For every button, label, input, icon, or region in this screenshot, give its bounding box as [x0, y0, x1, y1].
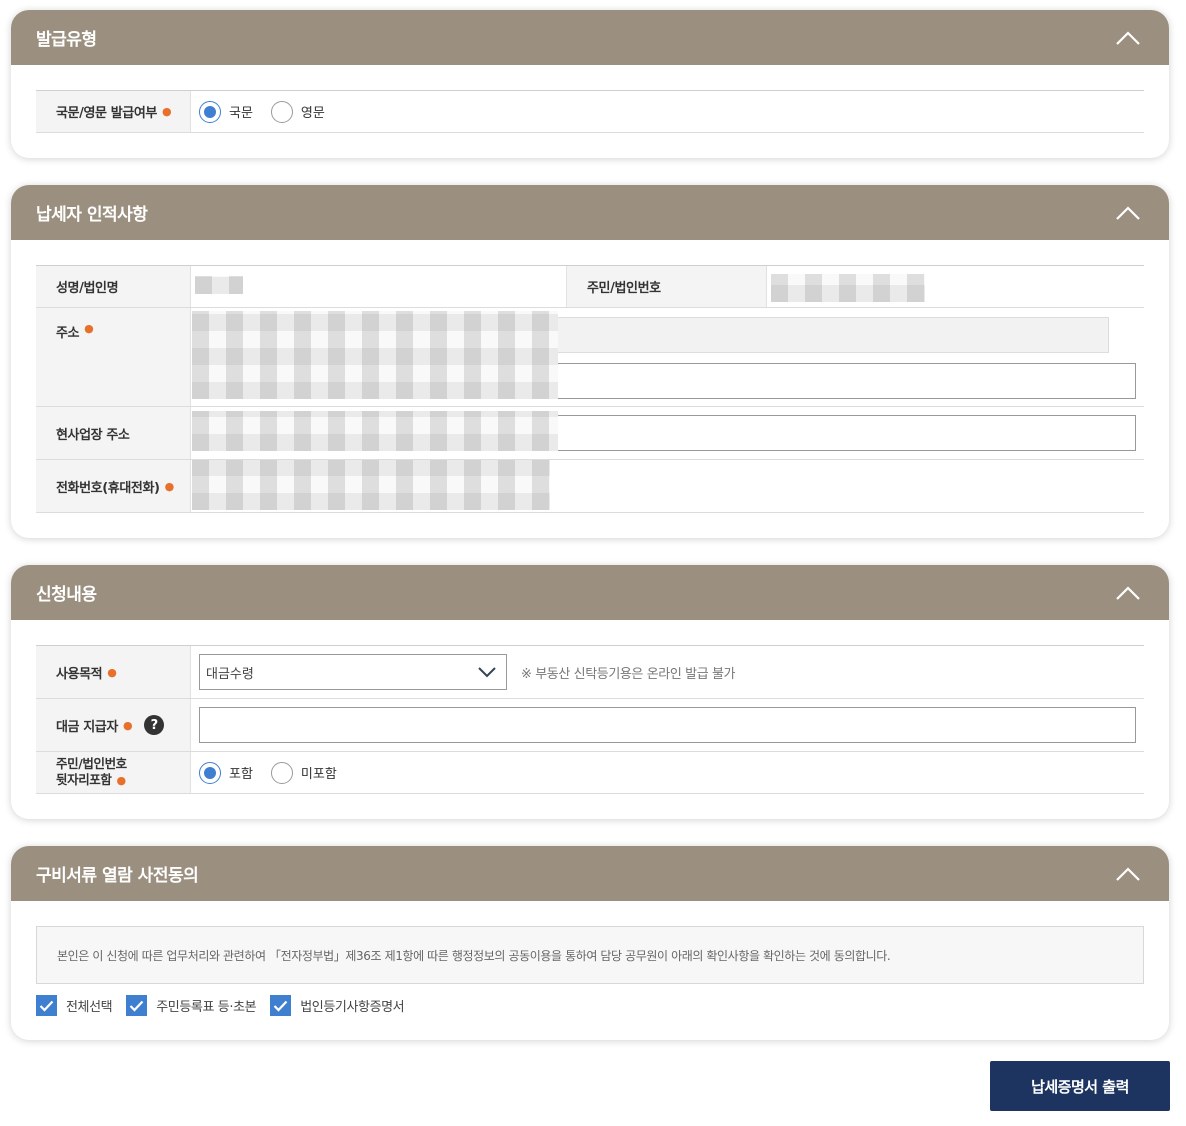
- chevron-up-icon: [1116, 30, 1140, 45]
- required-mark: ●: [122, 718, 133, 732]
- name-value: [191, 266, 567, 307]
- radio-english-indicator[interactable]: [270, 100, 293, 123]
- purpose-value: 대금수령 ※ 부동산 신탁등기용은 온라인 발급 불가: [191, 646, 1144, 698]
- business-address-row: 현사업장 주소: [36, 407, 1144, 460]
- application-collapse-button[interactable]: [1113, 578, 1143, 608]
- radio-english[interactable]: 영문: [270, 100, 325, 123]
- required-mark: ●: [84, 322, 94, 335]
- consent-text-box: 본인은 이 신청에 따른 업무처리와 관련하여 「전자정부법」제36조 제1항에…: [36, 926, 1144, 984]
- issue-type-value: 국문 영문: [191, 91, 1144, 132]
- required-mark: ●: [161, 105, 172, 118]
- application-table: 사용목적 ● 대금수령 ※ 부동산 신탁등기용은 온라인 발급 불가 대금 지급자…: [36, 645, 1144, 794]
- consent-checkboxes: 전체선택 주민등록표 등·초본 법인등기사항증명서: [36, 995, 418, 1016]
- chevron-up-icon: [1116, 866, 1140, 881]
- phone-value: [191, 460, 1144, 512]
- name-row: 성명/법인명 주민/법인번호: [36, 266, 1144, 308]
- required-mark: ●: [164, 479, 175, 493]
- payer-input[interactable]: [199, 707, 1136, 743]
- checkbox-select-all[interactable]: 전체선택: [36, 995, 113, 1016]
- application-header: 신청내용: [11, 565, 1169, 620]
- checkbox-corporate-registry[interactable]: 법인등기사항증명서: [270, 995, 405, 1016]
- required-mark: ●: [116, 774, 127, 787]
- issue-type-radio-group: 국문 영문: [199, 100, 343, 123]
- suffix-radio-group: 포함 미포함: [199, 761, 355, 784]
- chevron-up-icon: [1116, 205, 1140, 220]
- purpose-note: ※ 부동산 신탁등기용은 온라인 발급 불가: [521, 666, 736, 682]
- redacted-name: [195, 276, 243, 294]
- consent-text: 본인은 이 신청에 따른 업무처리와 관련하여 「전자정부법」제36조 제1항에…: [57, 948, 891, 963]
- chevron-down-icon: [478, 667, 496, 678]
- chevron-up-icon: [1116, 585, 1140, 600]
- required-mark: ●: [107, 665, 117, 679]
- radio-korean[interactable]: 국문: [199, 100, 253, 123]
- issue-type-section: 발급유형 국문/영문 발급여부 ● 국문 영문: [11, 10, 1169, 158]
- payer-row: 대금 지급자 ●?: [36, 699, 1144, 752]
- radio-korean-indicator[interactable]: [199, 100, 221, 123]
- business-address-value: [191, 407, 1144, 459]
- taxpayer-section: 납세자 인적사항 성명/법인명 주민/법인번호 주소 ● 현사업장 주소 전화번…: [11, 185, 1169, 538]
- checkbox-select-all-box[interactable]: [36, 995, 57, 1016]
- consent-header: 구비서류 열람 사전동의: [11, 846, 1169, 901]
- radio-exclude-indicator[interactable]: [270, 761, 293, 784]
- id-value: [767, 266, 1144, 307]
- redacted-address: [192, 311, 558, 399]
- phone-row: 전화번호(휴대전화) ●: [36, 460, 1144, 513]
- help-icon[interactable]: ?: [144, 715, 165, 735]
- redacted-id: [771, 274, 925, 302]
- application-title: 신청내용: [36, 585, 97, 605]
- consent-title: 구비서류 열람 사전동의: [36, 866, 199, 886]
- radio-include[interactable]: 포함: [199, 761, 253, 784]
- purpose-select[interactable]: 대금수령: [199, 654, 507, 690]
- redacted-phone: [192, 460, 550, 510]
- name-label: 성명/법인명: [36, 266, 191, 307]
- check-icon: [129, 1000, 144, 1012]
- checkbox-corporate-registry-box[interactable]: [270, 995, 292, 1016]
- suffix-value: 포함 미포함: [191, 752, 1144, 793]
- suffix-label-line2: 뒷자리포함 ●: [56, 772, 127, 787]
- address-label: 주소 ●: [36, 308, 191, 406]
- check-icon: [273, 1000, 288, 1012]
- taxpayer-title: 납세자 인적사항: [36, 205, 148, 225]
- issue-type-label: 국문/영문 발급여부 ●: [36, 91, 191, 132]
- issue-type-table: 국문/영문 발급여부 ● 국문 영문: [36, 90, 1144, 133]
- checkbox-resident-registration-box[interactable]: [126, 995, 148, 1016]
- radio-include-indicator[interactable]: [199, 761, 221, 784]
- taxpayer-header: 납세자 인적사항: [11, 185, 1169, 240]
- consent-collapse-button[interactable]: [1113, 859, 1143, 889]
- phone-label: 전화번호(휴대전화) ●: [36, 460, 191, 512]
- radio-exclude[interactable]: 미포함: [270, 761, 337, 784]
- issue-type-header: 발급유형: [11, 10, 1169, 65]
- address-value: [191, 308, 1144, 406]
- issue-type-row: 국문/영문 발급여부 ● 국문 영문: [36, 91, 1144, 133]
- payer-label: 대금 지급자 ●?: [36, 699, 191, 751]
- checkbox-resident-registration[interactable]: 주민등록표 등·초본: [126, 995, 257, 1016]
- taxpayer-table: 성명/법인명 주민/법인번호 주소 ● 현사업장 주소 전화번호(휴대전화) ●: [36, 265, 1144, 513]
- suffix-row: 주민/법인번호 뒷자리포함 ● 포함 미포함: [36, 752, 1144, 794]
- issue-type-title: 발급유형: [36, 30, 97, 50]
- application-section: 신청내용 사용목적 ● 대금수령 ※ 부동산 신탁등기용은 온라인 발급 불가 대…: [11, 565, 1169, 819]
- address-row: 주소 ●: [36, 308, 1144, 407]
- suffix-label: 주민/법인번호 뒷자리포함 ●: [36, 752, 191, 793]
- id-label: 주민/법인번호: [567, 266, 767, 307]
- redacted-business-address: [192, 411, 558, 451]
- purpose-row: 사용목적 ● 대금수령 ※ 부동산 신탁등기용은 온라인 발급 불가: [36, 646, 1144, 699]
- business-address-label: 현사업장 주소: [36, 407, 191, 459]
- issue-type-collapse-button[interactable]: [1113, 23, 1143, 53]
- purpose-label: 사용목적 ●: [36, 646, 191, 698]
- check-icon: [39, 1000, 54, 1012]
- payer-value: [191, 699, 1144, 751]
- consent-section: 구비서류 열람 사전동의 본인은 이 신청에 따른 업무처리와 관련하여 「전자…: [11, 846, 1169, 1040]
- print-tax-certificate-button[interactable]: 납세증명서 출력: [990, 1061, 1170, 1111]
- taxpayer-collapse-button[interactable]: [1113, 198, 1143, 228]
